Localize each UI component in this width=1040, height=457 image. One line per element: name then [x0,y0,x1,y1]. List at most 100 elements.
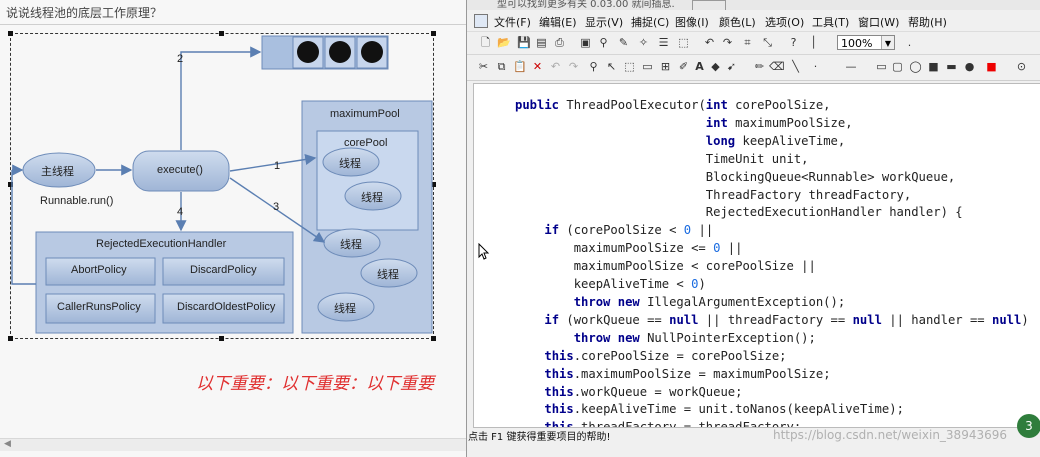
text-box-icon[interactable]: ▭ [641,60,654,73]
settings-icon[interactable]: ⊙ [1015,60,1028,73]
menu-options[interactable]: 选项(O) [765,14,804,30]
picker-icon[interactable]: ➹ [725,60,738,73]
horizontal-scrollbar[interactable]: ◀ [0,438,466,451]
code-block: public ThreadPoolExecutor(int corePoolSi… [515,97,1029,428]
ellipse-icon[interactable]: ◯ [909,60,922,73]
toolbar-drawing: ✂ ⧉ 📋 ✕ ↶ ↷ ⚲ ↖ ⬚ ▭ ⊞ ✐ A ◆ ➹ ✏ ⌫ ╲ · — … [467,56,1040,81]
menu-capture[interactable]: 捕捉(C) [631,14,669,30]
color-picker-icon[interactable]: ■ [985,60,998,73]
filled-round-icon[interactable]: ▬ [945,60,958,73]
paint-icon[interactable]: ✎ [617,36,630,49]
core-pool-label: corePool [344,137,388,149]
important-note: 以下重要：以下重要：以下重要 [196,374,434,394]
thread-label: 线程 [334,303,356,315]
cut-icon[interactable]: ✂ [477,60,490,73]
capture-icon[interactable]: ⬚ [677,36,690,49]
crop-icon[interactable]: ⌗ [741,36,754,49]
policy-discard: DiscardPolicy [190,264,257,276]
pointer-icon[interactable]: ↖ [605,60,618,73]
undo-icon[interactable]: ↶ [703,36,716,49]
rectangle-icon[interactable]: ▭ [875,60,888,73]
arrow-tool-icon[interactable]: · [809,60,822,73]
window-title-text: 型可以找到更多有关 0.03.00 就间插息. [497,0,675,10]
queue-task-dot [329,41,351,63]
pencil-icon[interactable]: ✏ [753,60,766,73]
maximum-pool-label: maximumPool [330,108,400,120]
code-line: int maximumPoolSize, [705,115,853,130]
thread-label: 线程 [361,192,383,204]
arrow-label-3: 3 [273,201,280,213]
menu-edit[interactable]: 编辑(E) [539,14,577,30]
scroll-left-icon[interactable]: ◀ [4,439,11,449]
zoom-value: 100% [841,37,873,50]
code-line: ThreadFactory threadFactory, [515,187,912,202]
document-pane: 说说线程池的底层工作原理？ 主线程 Runnable.run() execute… [0,0,466,457]
filled-rect-icon[interactable]: ■ [927,60,940,73]
menu-help[interactable]: 帮助(H) [908,14,947,30]
stamp-icon[interactable]: ⊞ [659,60,672,73]
undo-icon[interactable]: ↶ [549,60,562,73]
code-line: throw new IllegalArgumentException(); [573,294,846,309]
text-icon[interactable]: A [693,60,706,73]
code-line: keepAliveTime < 0) [515,277,706,292]
menu-window[interactable]: 窗口(W) [858,14,899,30]
notification-badge[interactable]: 3 [1017,414,1040,438]
code-line: this.threadFactory = threadFactory; [544,420,802,428]
new-file-icon[interactable]: 🗋 [479,36,492,49]
menu-tools[interactable]: 工具(T) [812,14,849,30]
properties-icon[interactable]: ☰ [657,36,670,49]
thread-label: 线程 [377,269,399,281]
fill-icon[interactable]: ◆ [709,60,722,73]
title-button[interactable] [691,0,726,10]
app-icon[interactable] [474,14,488,28]
menu-view[interactable]: 显示(V) [585,14,623,30]
thread-label: 线程 [339,158,361,170]
resize-icon[interactable]: ⤡ [761,36,774,49]
code-line: if (workQueue == null || threadFactory =… [544,312,1029,327]
menu-color[interactable]: 颜色(L) [719,14,756,30]
line-icon[interactable]: ╲ [789,60,802,73]
arrow-label-4: 4 [177,206,184,218]
code-line: public ThreadPoolExecutor(int corePoolSi… [515,98,831,112]
print-icon[interactable]: ⎙ [553,36,566,49]
queue-task-dot [361,41,383,63]
redo-icon[interactable]: ↷ [567,60,580,73]
zoom-icon[interactable]: ⚲ [597,36,610,49]
zoom-select[interactable]: 100% ▼ [837,35,895,50]
line-width-icon[interactable]: — [839,60,863,73]
code-line: this.maximumPoolSize = maximumPoolSize; [544,366,831,381]
code-line: this.keepAliveTime = unit.toNanos(keepAl… [544,402,904,417]
execute-label: execute() [157,164,203,176]
code-line: RejectedExecutionHandler handler) { [515,205,963,220]
arrow-label-1: 1 [274,160,281,172]
copy-icon[interactable]: ⧉ [495,60,508,73]
paste-icon[interactable]: 📋 [513,60,527,73]
menu-file[interactable]: 文件(F) [494,14,531,30]
code-line: long keepAliveTime, [705,133,846,148]
open-folder-icon[interactable]: 📂 [497,36,511,49]
policy-discard-oldest: DiscardOldestPolicy [177,301,276,313]
rounded-rect-icon[interactable]: ▢ [891,60,904,73]
code-line: this.workQueue = workQueue; [544,384,743,399]
redo-icon[interactable]: ↷ [721,36,734,49]
runnable-label: Runnable.run() [40,195,114,207]
image-icon[interactable]: ▣ [579,36,592,49]
handler-title: RejectedExecutionHandler [96,238,227,250]
eraser-icon[interactable]: ⌫ [769,60,785,73]
scan-icon[interactable]: ▤ [535,36,548,49]
code-line: maximumPoolSize <= 0 || [515,241,743,256]
code-line: this.corePoolSize = corePoolSize; [544,348,787,363]
wand-icon[interactable]: ✧ [637,36,650,49]
code-line: throw new NullPointerException(); [573,330,816,345]
menu-image[interactable]: 图像(I) [675,14,709,30]
help-pointer-icon[interactable]: ? [787,36,800,49]
delete-icon[interactable]: ✕ [531,60,544,73]
highlighter-icon[interactable]: ✐ [677,60,690,73]
select-rect-icon[interactable]: ⬚ [623,60,636,73]
code-editor[interactable]: public ThreadPoolExecutor(int corePoolSi… [473,83,1040,428]
search-icon[interactable]: ⚲ [587,60,600,73]
filled-ellipse-icon[interactable]: ● [963,60,976,73]
window-title: 型可以找到更多有关 0.03.00 就间插息. [467,0,1040,10]
chevron-down-icon[interactable]: ▼ [881,36,894,49]
save-icon[interactable]: 💾 [517,36,531,49]
